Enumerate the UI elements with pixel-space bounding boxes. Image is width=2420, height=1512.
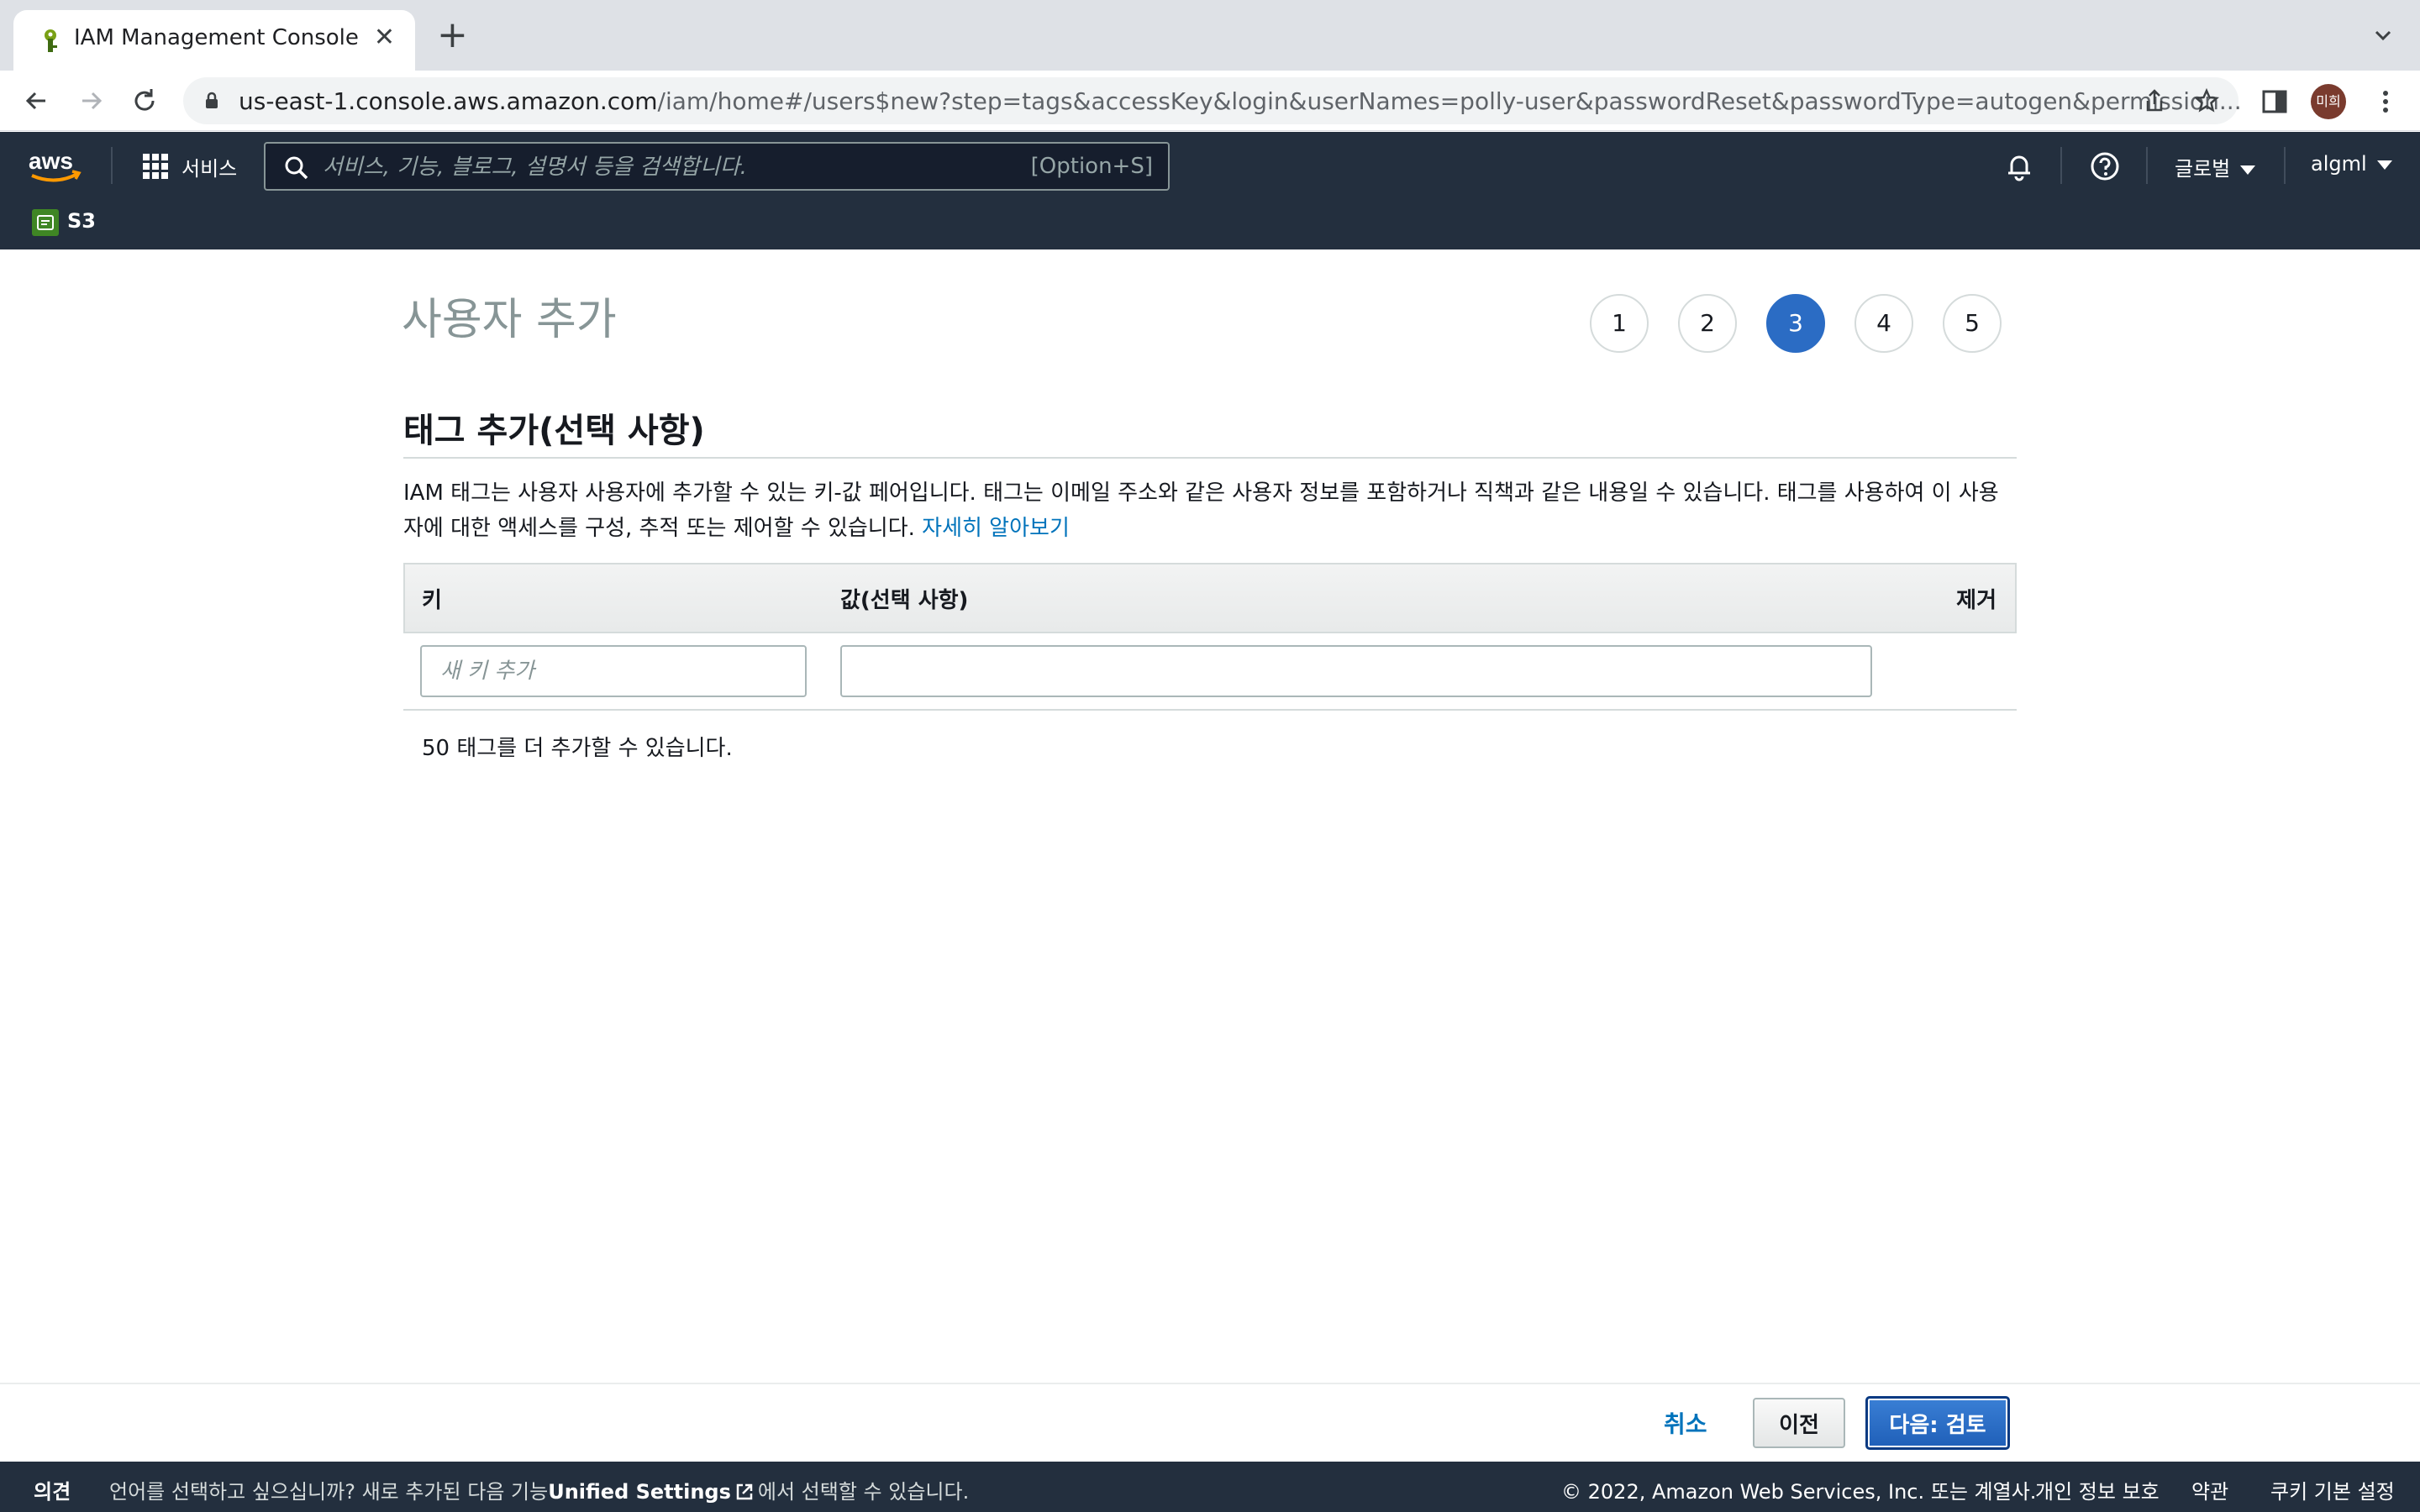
- aws-search-box[interactable]: [Option+S]: [264, 142, 1170, 191]
- step-4[interactable]: 4: [1854, 294, 1913, 353]
- search-icon: [285, 156, 308, 180]
- side-panel-icon[interactable]: [2260, 87, 2289, 116]
- page-title: 사용자 추가: [402, 295, 617, 345]
- feedback-link[interactable]: 의견: [34, 1475, 71, 1504]
- browser-tab-strip: IAM Management Console ✕ +: [0, 0, 2420, 71]
- language-notice: 언어를 선택하고 싶으십니까? 새로 추가된 다음 기능Unified Sett…: [109, 1480, 970, 1504]
- column-header-value: 값(선택 사항): [840, 588, 969, 613]
- back-arrow-icon[interactable]: [20, 84, 54, 118]
- forward-arrow-icon[interactable]: [74, 84, 108, 118]
- console-footer: 의견 언어를 선택하고 싶으십니까? 새로 추가된 다음 기능Unified S…: [0, 1462, 2420, 1512]
- privacy-link[interactable]: 개인 정보 보호: [2035, 1475, 2160, 1504]
- header-divider: [2284, 147, 2286, 184]
- aws-search-input[interactable]: [323, 150, 1012, 184]
- tab-close-icon[interactable]: ✕: [374, 25, 395, 50]
- step-5[interactable]: 5: [1943, 294, 2002, 353]
- share-icon[interactable]: [2141, 87, 2168, 114]
- column-header-key: 키: [422, 588, 442, 613]
- header-divider: [2060, 147, 2062, 184]
- bookmark-star-icon[interactable]: [2193, 87, 2220, 114]
- url-text[interactable]: us-east-1.console.aws.amazon.com/iam/hom…: [239, 87, 2242, 115]
- wizard-action-bar: 취소 이전 다음: 검토: [0, 1383, 2420, 1462]
- account-menu[interactable]: algml: [2311, 152, 2392, 176]
- caret-down-icon: [2376, 160, 2392, 170]
- cancel-button[interactable]: 취소: [1664, 1406, 1707, 1440]
- column-header-remove: 제거: [1956, 588, 1996, 613]
- step-2[interactable]: 2: [1678, 294, 1737, 353]
- iam-favicon-icon: [45, 29, 57, 52]
- table-header-row: 키 값(선택 사항) 제거: [403, 563, 2017, 633]
- header-divider: [111, 147, 113, 184]
- browser-toolbar: us-east-1.console.aws.amazon.com/iam/hom…: [0, 71, 2420, 131]
- unified-settings-link[interactable]: Unified Settings: [548, 1480, 731, 1504]
- lock-icon[interactable]: [202, 91, 222, 111]
- s3-service-icon: [32, 209, 59, 236]
- learn-more-link[interactable]: 자세히 알아보기: [922, 516, 1070, 541]
- tags-remaining-text: 50 태그를 더 추가할 수 있습니다.: [422, 736, 733, 761]
- services-label: 서비스: [182, 157, 238, 181]
- cookie-preferences-link[interactable]: 쿠키 기본 설정: [2270, 1475, 2395, 1504]
- terms-link[interactable]: 약관: [2191, 1475, 2228, 1504]
- svg-text:aws: aws: [29, 148, 73, 174]
- grid-icon: [143, 154, 168, 179]
- address-bar[interactable]: us-east-1.console.aws.amazon.com/iam/hom…: [183, 77, 2242, 124]
- step-3-active[interactable]: 3: [1766, 294, 1825, 353]
- external-link-icon: [736, 1483, 753, 1500]
- next-review-button[interactable]: 다음: 검토: [1865, 1396, 2010, 1450]
- chevron-down-icon[interactable]: [2370, 22, 2396, 49]
- tag-value-input[interactable]: [840, 645, 1872, 697]
- header-divider: [2146, 147, 2148, 184]
- aws-top-nav: aws 서비스 [Option+S] 글로벌 algml: [0, 132, 2420, 249]
- step-1[interactable]: 1: [1590, 294, 1649, 353]
- new-tab-icon[interactable]: +: [437, 17, 468, 54]
- browser-tab[interactable]: IAM Management Console ✕: [13, 10, 415, 71]
- caret-down-icon: [2240, 165, 2256, 175]
- table-row: [403, 633, 2017, 711]
- previous-button[interactable]: 이전: [1753, 1398, 1845, 1448]
- help-icon[interactable]: [2089, 150, 2121, 182]
- tag-key-input[interactable]: [420, 645, 807, 697]
- section-title: 태그 추가(선택 사항): [403, 412, 705, 450]
- favorite-s3-label: S3: [67, 209, 96, 233]
- bell-icon[interactable]: [2003, 150, 2035, 182]
- reload-icon[interactable]: [128, 84, 161, 118]
- tab-title: IAM Management Console: [74, 25, 359, 50]
- profile-avatar[interactable]: 미희: [2311, 84, 2346, 119]
- more-vertical-icon[interactable]: [2371, 87, 2400, 116]
- tags-table: 키 값(선택 사항) 제거: [403, 563, 2017, 711]
- tags-description: IAM 태그는 사용자 사용자에 추가할 수 있는 키-값 페어입니다. 태그는…: [403, 480, 1999, 541]
- search-shortcut-hint: [Option+S]: [1030, 154, 1153, 179]
- aws-logo-icon[interactable]: aws: [27, 147, 84, 184]
- copyright-text: © 2022, Amazon Web Services, Inc. 또는 계열사…: [1561, 1480, 2037, 1504]
- section-divider: [403, 457, 2017, 459]
- region-selector[interactable]: 글로벌: [2175, 152, 2256, 181]
